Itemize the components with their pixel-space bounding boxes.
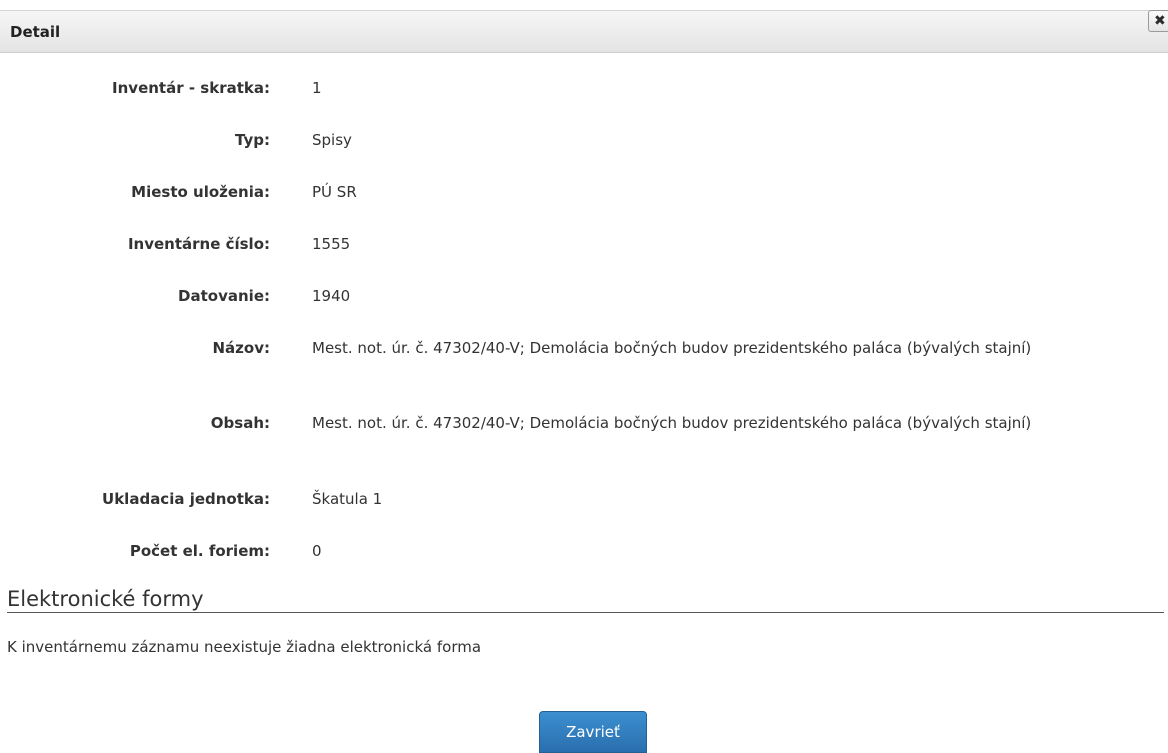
section-divider xyxy=(7,612,1164,613)
dialog-titlebar[interactable]: Detail xyxy=(0,10,1168,53)
field-value: 1940 xyxy=(312,287,351,305)
close-dialog-button[interactable]: Zavrieť xyxy=(539,711,647,753)
field-value: Škatula 1 xyxy=(312,490,383,508)
field-value: PÚ SR xyxy=(312,183,357,201)
electronic-forms-empty-message: K inventárnemu záznamu neexistuje žiadna… xyxy=(7,638,482,656)
electronic-forms-heading: Elektronické formy xyxy=(7,587,204,611)
field-label: Názov: xyxy=(212,339,271,357)
field-label: Miesto uloženia: xyxy=(131,183,270,201)
dialog-title: Detail xyxy=(10,23,61,41)
field-label: Inventárne číslo: xyxy=(127,235,270,253)
field-label: Inventár - skratka: xyxy=(112,79,270,97)
field-value: Mest. not. úr. č. 47302/40-V; Demolácia … xyxy=(312,414,1032,432)
field-value: Spisy xyxy=(312,131,352,149)
close-icon: ✖ xyxy=(1154,13,1166,29)
field-label: Obsah: xyxy=(210,414,270,432)
field-value: Mest. not. úr. č. 47302/40-V; Demolácia … xyxy=(312,339,1032,357)
close-button[interactable]: ✖ xyxy=(1148,10,1168,32)
field-label: Ukladacia jednotka: xyxy=(102,490,270,508)
field-label: Datovanie: xyxy=(178,287,270,305)
detail-dialog: Detail ✖ Inventár - skratka: 1 Typ: Spis… xyxy=(0,0,1168,753)
field-value: 1555 xyxy=(312,235,351,253)
field-label: Počet el. foriem: xyxy=(129,542,270,560)
field-label: Typ: xyxy=(235,131,270,149)
field-value: 0 xyxy=(312,542,322,560)
field-value: 1 xyxy=(312,79,322,97)
